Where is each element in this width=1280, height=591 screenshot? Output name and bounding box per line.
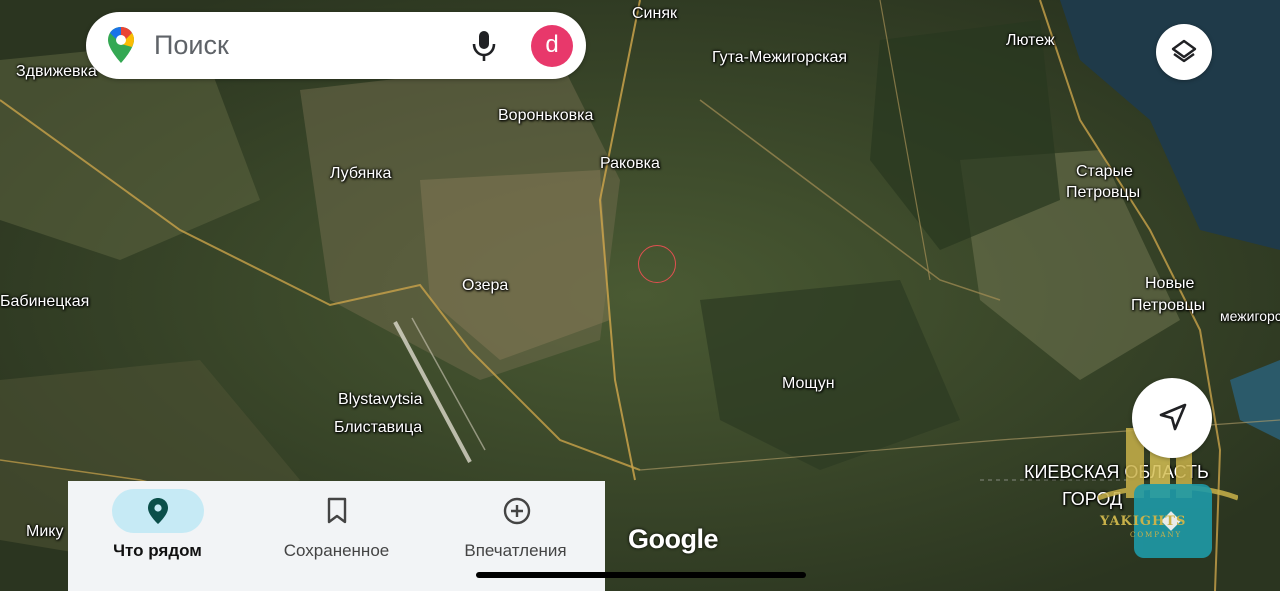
google-attribution: Google <box>628 524 719 554</box>
place-label[interactable]: межигорс <box>1220 306 1280 326</box>
place-label[interactable]: Старые <box>1076 162 1133 182</box>
tab-label: Впечатления <box>464 541 567 560</box>
bookmark-icon <box>327 497 347 524</box>
layers-icon <box>1171 39 1197 63</box>
highlight-circle <box>638 245 676 283</box>
place-label[interactable]: Лубянка <box>330 164 391 184</box>
watermark-text: YAKIGHTS <box>1100 514 1187 529</box>
add-circle-icon <box>503 497 531 525</box>
place-label[interactable]: Blystavytsia <box>338 390 422 410</box>
place-label[interactable]: Новые <box>1145 274 1194 294</box>
tab-label: Что рядом <box>113 541 202 560</box>
place-label[interactable]: Лютеж <box>1006 31 1055 51</box>
tab-explore[interactable]: Что рядом <box>68 481 247 591</box>
google-maps-logo-icon <box>108 27 134 63</box>
place-label[interactable]: Синяк <box>632 4 677 24</box>
place-label[interactable]: Здвижевка <box>16 62 97 82</box>
place-label[interactable]: Петровцы <box>1066 183 1140 203</box>
tab-saved[interactable]: Сохраненное <box>247 481 426 591</box>
my-location-button[interactable] <box>1132 378 1212 458</box>
tab-icon-container <box>112 489 204 533</box>
tab-label: Сохраненное <box>283 541 390 560</box>
place-label[interactable]: Мику <box>26 522 63 542</box>
place-label[interactable]: Петровцы <box>1131 296 1205 316</box>
place-label[interactable]: Гута-Межигорская <box>712 48 847 68</box>
place-pin-icon <box>148 498 168 524</box>
search-input[interactable]: Поиск <box>154 30 229 61</box>
place-label[interactable]: Мощун <box>782 374 835 394</box>
watermark-subtext: COMPANY <box>1130 531 1183 539</box>
avatar[interactable]: d <box>531 25 573 67</box>
place-label[interactable]: Вороньковка <box>498 106 593 126</box>
place-label[interactable]: Блиставица <box>334 418 422 438</box>
search-bar[interactable]: Поиск d <box>86 12 586 79</box>
home-indicator[interactable] <box>476 572 806 578</box>
navigation-arrow-icon <box>1159 403 1187 431</box>
tab-icon-container <box>470 489 562 533</box>
place-label[interactable]: Озера <box>462 276 508 296</box>
tab-icon-container <box>291 489 383 533</box>
place-label[interactable]: Раковка <box>600 154 660 174</box>
microphone-icon[interactable] <box>470 29 498 63</box>
place-label[interactable]: Бабинецкая <box>0 292 89 312</box>
layers-button[interactable] <box>1156 24 1212 80</box>
